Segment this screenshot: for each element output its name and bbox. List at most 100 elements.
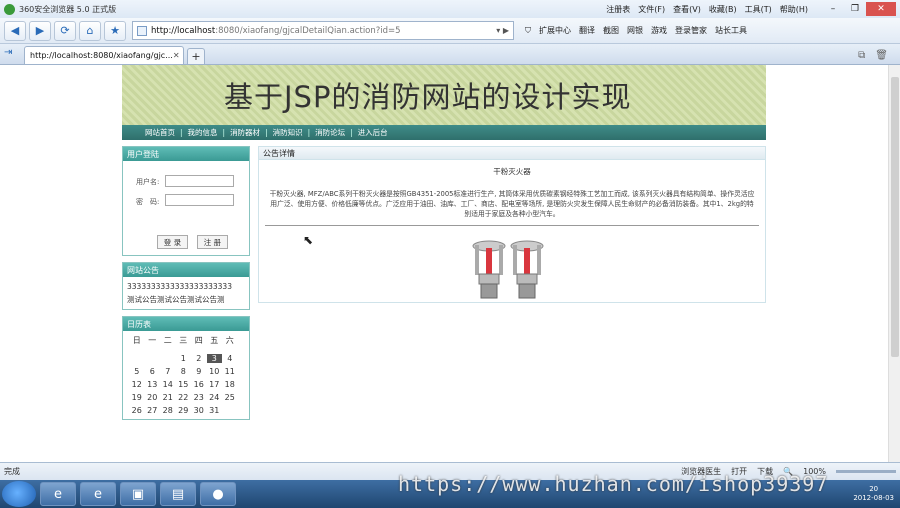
favorite-star-icon[interactable]: ★ (104, 20, 126, 41)
menu-registry[interactable]: 注册表 (606, 4, 630, 15)
menu-favorites[interactable]: 收藏(B) (709, 4, 737, 15)
calendar-day[interactable]: 23 (191, 393, 207, 402)
toolbar-login-manager[interactable]: 登录管家 (675, 25, 707, 36)
refresh-icon[interactable]: ⟳ (54, 20, 76, 41)
calendar-day[interactable]: 10 (207, 367, 223, 376)
calendar-day[interactable]: 5 (129, 367, 145, 376)
calendar-day[interactable]: 11 (222, 367, 238, 376)
calendar-day[interactable]: 3 (206, 354, 222, 363)
notice-item[interactable]: 3333333333333333333333 (127, 280, 245, 293)
calendar-day[interactable]: 8 (176, 367, 192, 376)
taskbar-folder-icon[interactable]: ▤ (160, 482, 196, 506)
tab-title: http://localhost:8080/xiaofang/gjc... (30, 51, 173, 60)
detail-section-title: 公告详情 (259, 147, 765, 160)
menu-knowledge[interactable]: 消防知识 (268, 127, 308, 138)
maximize-icon[interactable]: ❐ (844, 2, 866, 16)
toolbar-banking[interactable]: 网银 (627, 25, 643, 36)
menu-my-info[interactable]: 我的信息 (183, 127, 223, 138)
taskbar-ie-icon[interactable]: e (80, 482, 116, 506)
calendar-day[interactable]: 16 (191, 380, 207, 389)
calendar-day[interactable]: 28 (160, 406, 176, 415)
address-go-icon[interactable]: ▾ ▶ (496, 26, 509, 35)
tab-close-icon[interactable]: ✕ (173, 51, 180, 60)
start-button[interactable] (2, 481, 36, 507)
page-viewport: 基于JSP的消防网站的设计实现 网站首页 | 我的信息 | 消防器材 | 消防知识 | … (0, 65, 888, 462)
register-button[interactable]: 注 册 (197, 235, 228, 249)
menu-tools[interactable]: 工具(T) (745, 4, 772, 15)
menu-home[interactable]: 网站首页 (140, 127, 180, 138)
site-banner: 基于JSP的消防网站的设计实现 (122, 65, 766, 125)
address-path: :8080/xiaofang/gjcalDetailQian.action?id… (215, 25, 401, 36)
calendar-day[interactable]: 7 (160, 367, 176, 376)
site-container: 基于JSP的消防网站的设计实现 网站首页 | 我的信息 | 消防器材 | 消防知识 | … (122, 65, 766, 420)
forward-icon[interactable]: ▶ (29, 20, 51, 41)
username-input[interactable] (165, 175, 234, 187)
sprinkler-image (472, 240, 544, 299)
calendar-day[interactable]: 12 (129, 380, 145, 389)
close-icon[interactable]: ✕ (866, 2, 896, 16)
login-panel: 用户登陆 用户名: 密 码: 登 录 注 册 (122, 146, 250, 256)
restore-tab-icon[interactable]: ⧉ (858, 50, 865, 61)
toolbar-translate[interactable]: 翻译 (579, 25, 595, 36)
calendar-day[interactable]: 6 (145, 367, 161, 376)
calendar-day[interactable]: 21 (160, 393, 176, 402)
zoom-slider[interactable] (836, 470, 896, 473)
calendar-day[interactable]: 19 (129, 393, 145, 402)
notice-item[interactable]: 测试公告测试公告测试公告测 (127, 293, 245, 306)
toolbar-extensions[interactable]: 扩展中心 (539, 25, 571, 36)
calendar-day[interactable]: 15 (176, 380, 192, 389)
username-label: 用户名: (136, 178, 160, 186)
taskbar-360-browser-icon[interactable]: e (40, 482, 76, 506)
calendar-day[interactable]: 25 (222, 393, 238, 402)
browser-navbar: ◀ ▶ ⟳ ⌂ ★ http://localhost :8080/xiaofan… (0, 18, 900, 44)
browser-title: 360安全浏览器 5.0 正式版 (19, 4, 117, 14)
login-button[interactable]: 登 录 (157, 235, 188, 249)
sidebar-toggle-icon[interactable]: ⇥ (4, 47, 18, 61)
calendar-day[interactable]: 4 (222, 354, 238, 363)
menu-equipment[interactable]: 消防器材 (225, 127, 265, 138)
scrollbar-thumb[interactable] (891, 77, 899, 357)
browser-menubar: 注册表 文件(F) 查看(V) 收藏(B) 工具(T) 帮助(H) – ❐ ✕ (606, 2, 896, 16)
toolbar-webmaster[interactable]: 站长工具 (715, 25, 747, 36)
calendar-day[interactable]: 22 (176, 393, 192, 402)
address-bar[interactable]: http://localhost :8080/xiaofang/gjcalDet… (132, 21, 514, 40)
site-menu: 网站首页 | 我的信息 | 消防器材 | 消防知识 | 消防论坛 | 进入后台 (122, 125, 766, 140)
password-input[interactable] (165, 194, 234, 206)
menu-view[interactable]: 查看(V) (673, 4, 701, 15)
menu-help[interactable]: 帮助(H) (780, 4, 808, 15)
vertical-scrollbar[interactable] (888, 65, 900, 462)
shield-icon[interactable]: ⛉ (525, 26, 531, 36)
calendar-day[interactable]: 14 (160, 380, 176, 389)
menu-admin[interactable]: 进入后台 (353, 127, 393, 138)
trash-icon[interactable]: 🗑 (875, 50, 888, 61)
minimize-icon[interactable]: – (822, 2, 844, 16)
toolbar-games[interactable]: 游戏 (651, 25, 667, 36)
menu-file[interactable]: 文件(F) (638, 4, 665, 15)
taskbar-eclipse-icon[interactable]: ● (200, 482, 236, 506)
calendar-day[interactable]: 1 (176, 354, 192, 363)
calendar-day[interactable]: 24 (207, 393, 223, 402)
calendar-day[interactable]: 31 (207, 406, 223, 415)
notice-panel-title: 网站公告 (123, 263, 249, 277)
calendar-day[interactable]: 20 (145, 393, 161, 402)
menu-forum[interactable]: 消防论坛 (310, 127, 350, 138)
toolbar-screenshot[interactable]: 截图 (603, 25, 619, 36)
tab-active[interactable]: http://localhost:8080/xiaofang/gjc... ✕ (24, 46, 184, 64)
home-icon[interactable]: ⌂ (79, 20, 101, 41)
calendar-day[interactable]: 9 (191, 367, 207, 376)
tab-tools: ⧉ 🗑 (858, 50, 888, 61)
calendar-day[interactable]: 29 (176, 406, 192, 415)
back-icon[interactable]: ◀ (4, 20, 26, 41)
clock[interactable]: 20 2012-08-03 (853, 485, 894, 503)
new-tab-button[interactable]: + (187, 48, 205, 64)
calendar-day[interactable]: 30 (191, 406, 207, 415)
mouse-cursor-icon: ⬉ (303, 233, 314, 247)
calendar-day[interactable]: 17 (207, 380, 223, 389)
calendar-day[interactable]: 27 (145, 406, 161, 415)
password-label: 密 码: (136, 198, 160, 206)
calendar-day[interactable]: 13 (145, 380, 161, 389)
calendar-day[interactable]: 2 (191, 354, 207, 363)
taskbar-app-icon[interactable]: ▣ (120, 482, 156, 506)
calendar-day[interactable]: 18 (222, 380, 238, 389)
calendar-day[interactable]: 26 (129, 406, 145, 415)
